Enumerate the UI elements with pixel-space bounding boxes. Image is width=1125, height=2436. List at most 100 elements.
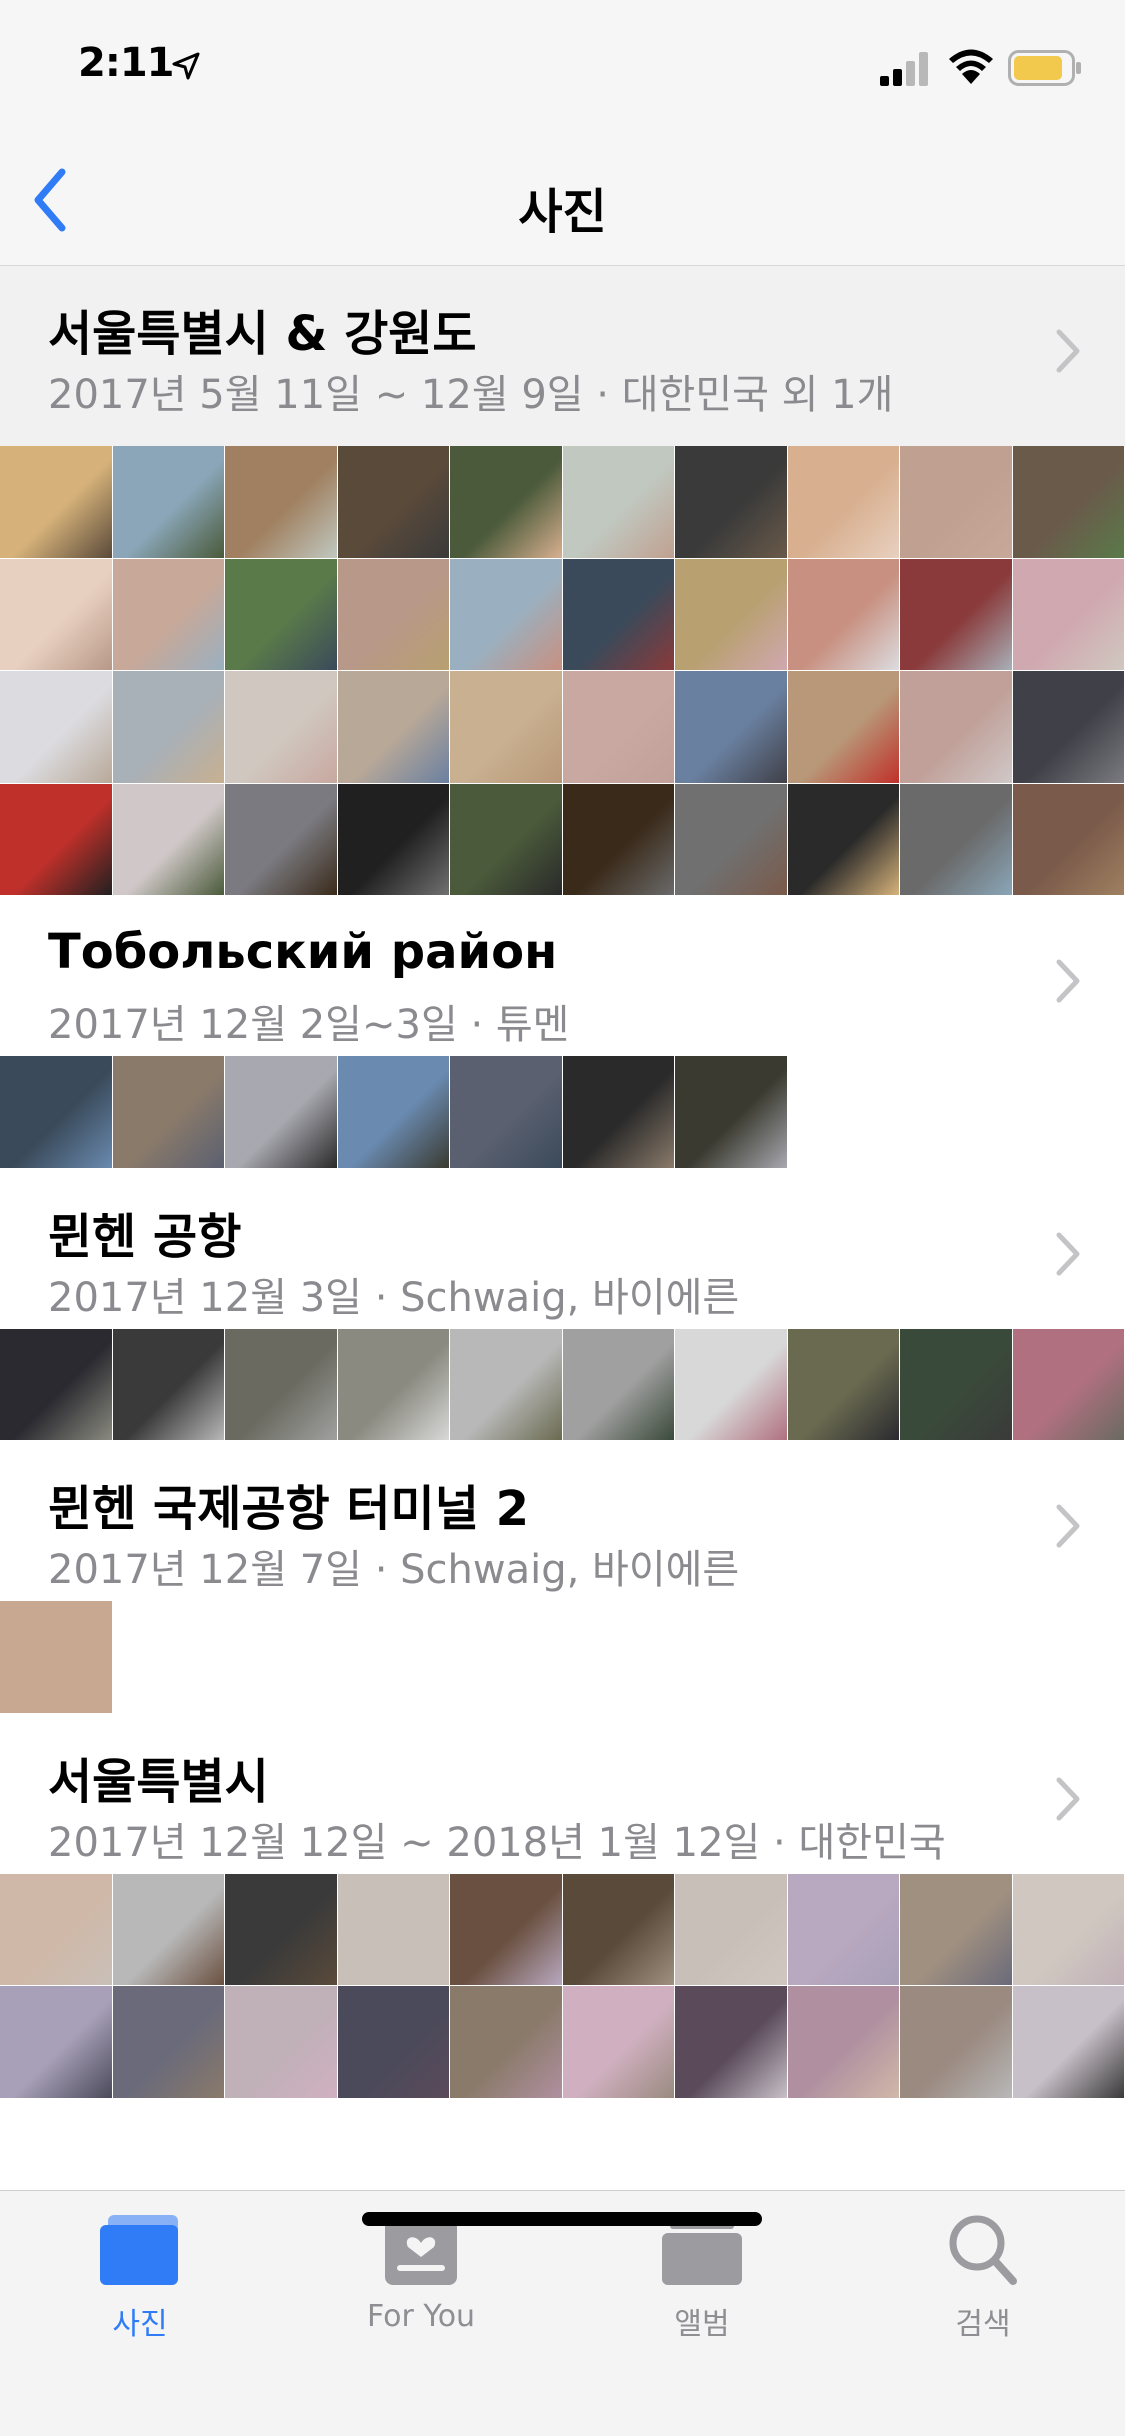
photo-thumbnail[interactable] [787, 558, 900, 671]
photo-thumbnail[interactable] [787, 1986, 900, 2099]
moment-title: Тобольский район [48, 924, 558, 980]
photo-thumbnail[interactable] [0, 1056, 113, 1169]
chevron-right-icon [1056, 1232, 1080, 1275]
photo-thumbnail[interactable] [450, 1986, 563, 2099]
tab-photos[interactable]: 사진 [40, 2209, 240, 2342]
status-bar: 2:11 [0, 0, 1125, 132]
photo-thumbnail[interactable] [225, 446, 338, 559]
photo-thumbnail[interactable] [562, 671, 675, 784]
photo-thumbnail[interactable] [787, 1328, 900, 1441]
photo-thumbnail[interactable] [337, 446, 450, 559]
photo-thumbnail[interactable] [787, 446, 900, 559]
chevron-right-icon [1056, 329, 1080, 373]
tab-albums[interactable]: 앨범 [602, 2209, 802, 2342]
moment-title: 뮌헨 국제공항 터미널 2 [48, 1481, 529, 1537]
photo-thumbnail[interactable] [337, 671, 450, 784]
photo-thumbnail[interactable] [900, 446, 1013, 559]
photo-thumbnail[interactable] [562, 446, 675, 559]
photo-thumbnail[interactable] [787, 671, 900, 784]
cellular-signal-icon [880, 52, 928, 86]
moment-section: Тобольский район 2017년 12월 2일~3일 · 튜멘 [0, 896, 1125, 1169]
photo-thumbnail[interactable] [1012, 1986, 1125, 2099]
photo-thumbnail[interactable] [675, 1056, 788, 1169]
photo-thumbnail[interactable] [450, 1873, 563, 1986]
photo-thumbnail[interactable] [0, 671, 113, 784]
moment-header[interactable]: 서울특별시 & 강원도 2017년 5월 11일 ~ 12월 9일 · 대한민국… [0, 266, 1125, 446]
photo-thumbnail[interactable] [900, 671, 1013, 784]
photo-thumbnail[interactable] [0, 783, 113, 896]
photo-thumbnail[interactable] [1012, 558, 1125, 671]
photo-thumbnail[interactable] [112, 1873, 225, 1986]
photo-thumbnail[interactable] [675, 558, 788, 671]
photo-thumbnail[interactable] [0, 446, 113, 559]
photo-thumbnail[interactable] [112, 558, 225, 671]
photo-thumbnail[interactable] [1012, 783, 1125, 896]
photo-thumbnail[interactable] [225, 1986, 338, 2099]
photo-thumbnail[interactable] [337, 1986, 450, 2099]
photo-thumbnail[interactable] [0, 1328, 113, 1441]
tab-for-you[interactable]: For You [321, 2209, 521, 2339]
photo-thumbnail[interactable] [675, 446, 788, 559]
photo-thumbnail[interactable] [112, 1328, 225, 1441]
photo-thumbnail[interactable] [112, 446, 225, 559]
photo-thumbnail[interactable] [675, 783, 788, 896]
photo-thumbnail[interactable] [900, 1328, 1013, 1441]
photo-thumbnail[interactable] [337, 783, 450, 896]
photo-thumbnail[interactable] [225, 671, 338, 784]
photo-thumbnail[interactable] [225, 1056, 338, 1169]
tab-bar: 사진 For You 앨범 검색 [0, 2190, 1125, 2436]
moment-header[interactable]: 서울특별시 2017년 12월 12일 ~ 2018년 1월 12일 · 대한민… [0, 1714, 1125, 1874]
page-title: 사진 [518, 184, 607, 240]
photo-thumbnail[interactable] [337, 1328, 450, 1441]
photo-thumbnail[interactable] [1012, 446, 1125, 559]
photo-thumbnail[interactable] [450, 1056, 563, 1169]
photo-thumbnail[interactable] [337, 1056, 450, 1169]
photo-thumbnail[interactable] [450, 671, 563, 784]
photo-thumbnail[interactable] [225, 558, 338, 671]
photo-thumbnail[interactable] [0, 1873, 113, 1986]
photo-thumbnail[interactable] [225, 1328, 338, 1441]
photo-grid [0, 1601, 1125, 1714]
photo-thumbnail[interactable] [112, 671, 225, 784]
photo-thumbnail[interactable] [562, 558, 675, 671]
photo-thumbnail[interactable] [450, 558, 563, 671]
photo-thumbnail[interactable] [0, 1986, 113, 2099]
moment-title: 서울특별시 & 강원도 [48, 306, 477, 362]
moment-header[interactable]: Тобольский район 2017년 12월 2일~3일 · 튜멘 [0, 896, 1125, 1056]
photo-thumbnail[interactable] [1012, 671, 1125, 784]
photo-thumbnail[interactable] [1012, 1873, 1125, 1986]
photo-thumbnail[interactable] [337, 1873, 450, 1986]
photo-thumbnail[interactable] [0, 558, 113, 671]
photo-thumbnail[interactable] [787, 1873, 900, 1986]
photo-thumbnail[interactable] [337, 558, 450, 671]
photo-thumbnail[interactable] [562, 783, 675, 896]
moments-list[interactable]: 서울특별시 & 강원도 2017년 5월 11일 ~ 12월 9일 · 대한민국… [0, 266, 1125, 2190]
photo-thumbnail[interactable] [450, 446, 563, 559]
photo-thumbnail[interactable] [675, 1873, 788, 1986]
photo-thumbnail[interactable] [562, 1873, 675, 1986]
photo-thumbnail[interactable] [450, 1328, 563, 1441]
moment-header[interactable]: 뮌헨 국제공항 터미널 2 2017년 12월 7일 · Schwaig, 바이… [0, 1441, 1125, 1601]
photo-thumbnail[interactable] [562, 1986, 675, 2099]
photo-thumbnail[interactable] [562, 1328, 675, 1441]
photo-thumbnail[interactable] [225, 1873, 338, 1986]
photo-thumbnail[interactable] [225, 783, 338, 896]
photo-thumbnail[interactable] [675, 1328, 788, 1441]
photo-thumbnail[interactable] [112, 1986, 225, 2099]
photo-thumbnail[interactable] [1012, 1328, 1125, 1441]
photo-thumbnail[interactable] [450, 783, 563, 896]
photo-thumbnail[interactable] [900, 1986, 1013, 2099]
photo-thumbnail[interactable] [900, 783, 1013, 896]
moment-header[interactable]: 뮌헨 공항 2017년 12월 3일 · Schwaig, 바이에른 [0, 1169, 1125, 1329]
photo-thumbnail[interactable] [0, 1601, 113, 1714]
photo-thumbnail[interactable] [900, 558, 1013, 671]
home-indicator[interactable] [362, 2212, 762, 2226]
tab-search[interactable]: 검색 [883, 2209, 1083, 2342]
photo-thumbnail[interactable] [787, 783, 900, 896]
photo-thumbnail[interactable] [112, 783, 225, 896]
photo-thumbnail[interactable] [900, 1873, 1013, 1986]
photo-thumbnail[interactable] [675, 1986, 788, 2099]
photo-thumbnail[interactable] [562, 1056, 675, 1169]
photo-thumbnail[interactable] [675, 671, 788, 784]
photo-thumbnail[interactable] [112, 1056, 225, 1169]
